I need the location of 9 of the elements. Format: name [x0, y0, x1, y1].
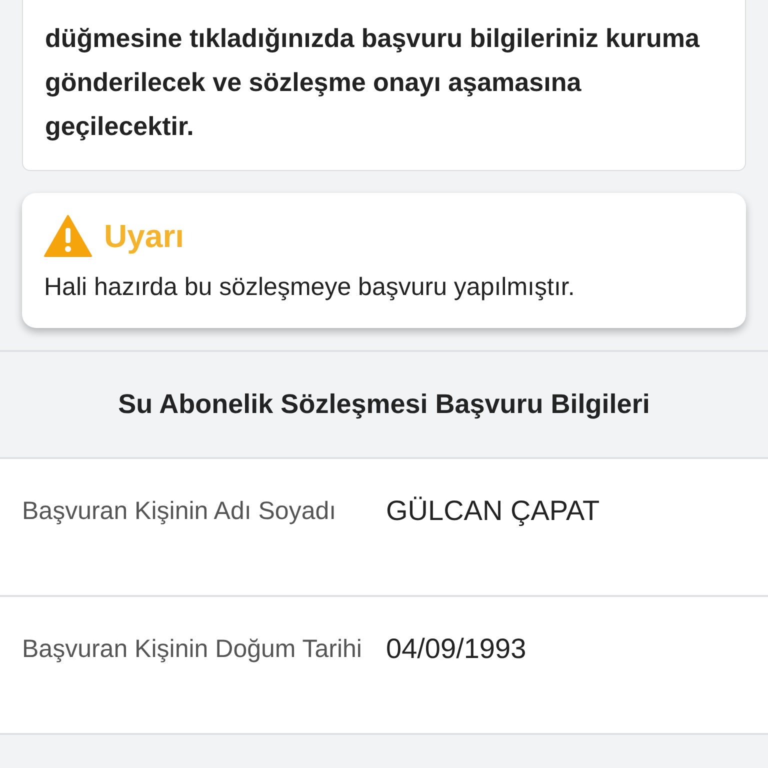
warning-title: Uyarı: [104, 218, 184, 254]
warning-message: Hali hazırda bu sözleşmeye başvuru yapılmıştır.: [44, 273, 576, 302]
section-title: Su Abonelik Sözleşmesi Başvuru Bilgileri: [118, 389, 650, 420]
field-label: Başvuran Kişinin Doğum Tarihi: [22, 634, 362, 665]
info-text: düğmesine tıkladığınızda başvuru bilgileriniz kuruma gönderilecek ve sözleşme onayı aşamasına geçilecektir.: [45, 22, 701, 143]
field-value: 04/09/1993: [386, 632, 526, 666]
field-value: GÜLCAN ÇAPAT: [386, 494, 600, 528]
warning-icon: [44, 215, 92, 257]
field-label: Başvuran Kişinin Adı Soyadı: [22, 496, 338, 527]
